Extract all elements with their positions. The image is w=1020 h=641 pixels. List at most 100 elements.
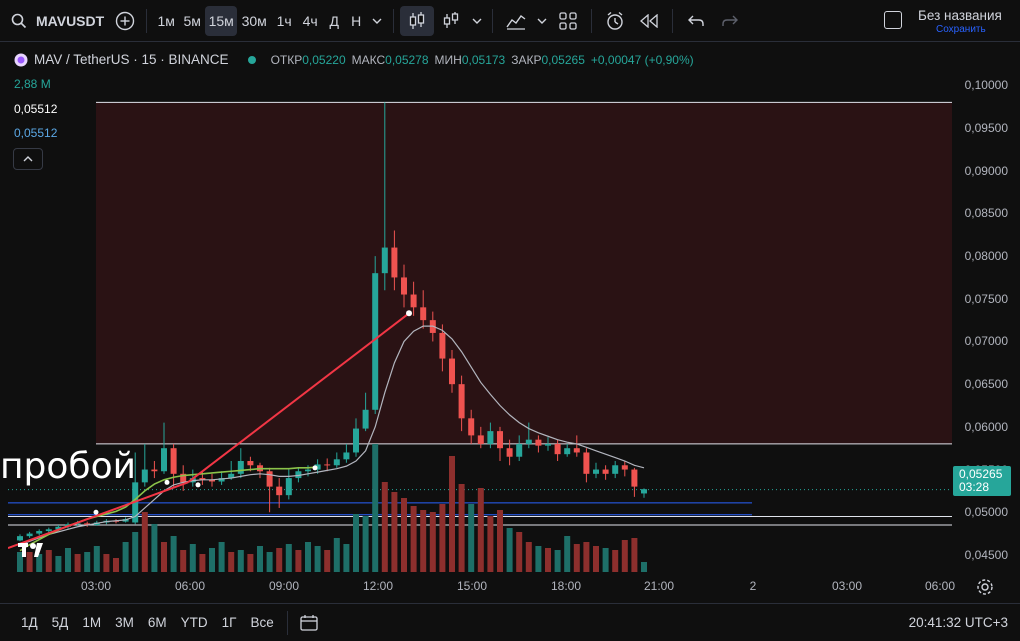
- date-range-calendar-icon[interactable]: [294, 608, 324, 638]
- save-link[interactable]: Сохранить: [936, 24, 986, 35]
- candle-body: [621, 465, 628, 470]
- search-icon[interactable]: [8, 6, 30, 36]
- interval-5m[interactable]: 5м: [179, 6, 205, 36]
- collapse-legend-button[interactable]: [13, 148, 43, 170]
- candle-body: [247, 461, 254, 466]
- range-all[interactable]: Все: [243, 615, 280, 630]
- legend-title[interactable]: MAV / TetherUS · 15 · BINANCE: [34, 52, 229, 67]
- volume-bar: [602, 548, 609, 572]
- undo-icon[interactable]: [679, 6, 713, 36]
- candle-body: [381, 247, 388, 274]
- range-3m[interactable]: 3М: [108, 615, 141, 630]
- candle-body: [545, 443, 551, 446]
- interval-15m[interactable]: 15м: [205, 5, 238, 36]
- interval-day[interactable]: Д: [323, 6, 345, 36]
- chart-area[interactable]: [8, 44, 1020, 600]
- volume-bar: [151, 524, 158, 572]
- low-value: 0,05173: [461, 52, 506, 67]
- range-6m[interactable]: 6М: [141, 615, 174, 630]
- price-tick-label: 0,05000: [964, 505, 1008, 520]
- price-axis[interactable]: 0,10000 0,09500 0,09000 0,08500 0,08000 0,075…: [952, 44, 1020, 576]
- volume-bar: [612, 550, 619, 572]
- interval-4h[interactable]: 4ч: [297, 6, 323, 36]
- volume-bar: [573, 544, 580, 572]
- volume-bar: [199, 554, 206, 572]
- range-ytd[interactable]: YTD: [174, 615, 215, 630]
- price-chart[interactable]: [8, 44, 952, 572]
- time-tick-label: 2: [749, 579, 757, 593]
- templates-grid-icon[interactable]: [551, 6, 585, 36]
- volume-bar: [583, 542, 590, 572]
- chevron-down-icon[interactable]: [533, 6, 551, 36]
- candle-body: [333, 459, 340, 466]
- open-value: 0,05220: [302, 52, 346, 67]
- trend-anchor-point: [406, 310, 412, 317]
- volume-bar: [410, 506, 417, 572]
- range-5d[interactable]: 5Д: [45, 615, 76, 630]
- time-tick-label: 18:00: [550, 579, 582, 593]
- volume-bar: [103, 554, 110, 572]
- price-tick-label: 0,08000: [964, 249, 1008, 264]
- redo-icon[interactable]: [713, 6, 747, 36]
- bottom-toolbar: 1Д 5Д 1М 3М 6М YTD 1Г Все 20:41:32 UTC+3: [0, 603, 1020, 641]
- candles-chart-type-icon[interactable]: [400, 5, 435, 36]
- volume-bar: [401, 498, 407, 572]
- breakout-annotation[interactable]: пробой: [0, 446, 136, 487]
- volume-bar: [285, 544, 292, 572]
- trend-anchor-point: [93, 509, 99, 515]
- interval-week[interactable]: Н: [345, 6, 367, 36]
- candle-body: [449, 358, 455, 385]
- range-1y[interactable]: 1Г: [215, 615, 244, 630]
- volume-bar: [314, 546, 321, 572]
- interval-30m[interactable]: 30м: [237, 6, 271, 36]
- tradingview-logo-icon: [18, 543, 43, 557]
- interval-1m[interactable]: 1м: [153, 6, 179, 36]
- top-toolbar: MAVUSDT 1м 5м 15м 30м 1ч 4ч Д Н: [0, 0, 1020, 42]
- candle-body: [45, 529, 52, 532]
- interval-1h[interactable]: 1ч: [271, 6, 297, 36]
- candle-body: [141, 469, 148, 483]
- volume-bar: [477, 488, 484, 572]
- layout-checkbox[interactable]: [884, 11, 902, 29]
- candle-body: [26, 533, 33, 537]
- range-1m[interactable]: 1М: [75, 615, 108, 630]
- candle-body: [439, 332, 446, 359]
- candle-body: [458, 384, 465, 419]
- chevron-down-icon[interactable]: [468, 6, 486, 36]
- bar-chart-type-icon[interactable]: [434, 6, 468, 36]
- settings-gear-icon[interactable]: [976, 578, 994, 601]
- candle-body: [410, 294, 417, 308]
- layout-name[interactable]: Без названия: [918, 8, 1002, 23]
- close-label: ЗАКР: [511, 52, 542, 67]
- chevron-down-icon[interactable]: [367, 6, 387, 36]
- volume-bar: [295, 550, 302, 572]
- replay-rewind-icon[interactable]: [632, 6, 666, 36]
- toolbar-divider: [591, 8, 593, 33]
- volume-bar: [324, 550, 331, 572]
- tradingview-logo[interactable]: [18, 541, 50, 565]
- indicators-icon[interactable]: [499, 6, 533, 36]
- symbol-search-button[interactable]: MAVUSDT: [30, 6, 110, 36]
- time-axis[interactable]: 03:00 06:00 09:00 12:00 15:00 18:00 21:00 2 03:0…: [8, 572, 955, 600]
- indicator-value-2: 0,05512: [14, 126, 58, 140]
- chart-legend: MAV / TetherUS · 15 · BINANCE ОТКР0,0522…: [14, 52, 694, 67]
- candle-body: [36, 531, 43, 534]
- current-price-badge: 0,05265 03:28: [953, 466, 1011, 496]
- alert-clock-icon[interactable]: [598, 6, 632, 36]
- range-1d[interactable]: 1Д: [14, 615, 45, 630]
- candle-body: [285, 478, 292, 496]
- volume-bar: [93, 546, 100, 572]
- candle-body: [593, 469, 599, 474]
- candle-body: [151, 469, 158, 472]
- candle-body: [554, 443, 561, 455]
- clock-timezone[interactable]: 20:41:32 UTC+3: [902, 615, 1020, 630]
- candle-body: [420, 307, 427, 321]
- volume-bar: [487, 516, 494, 572]
- volume-bar: [621, 540, 628, 572]
- candle-body: [305, 469, 311, 472]
- volume-bar: [305, 542, 311, 572]
- volume-bar: [266, 552, 273, 572]
- toolbar-divider: [672, 8, 674, 33]
- volume-bar: [353, 514, 359, 572]
- add-symbol-icon[interactable]: [110, 6, 140, 36]
